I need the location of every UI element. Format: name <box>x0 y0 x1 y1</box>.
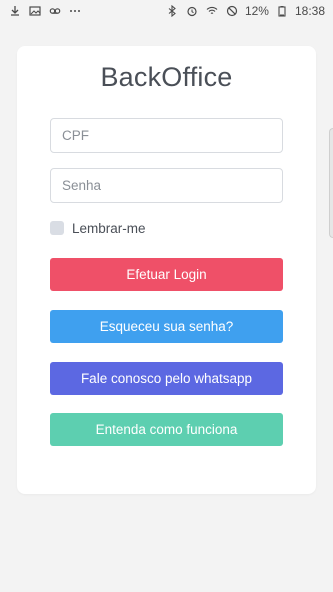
cpf-input[interactable]: CPF <box>50 118 283 153</box>
alarm-icon <box>185 4 199 18</box>
how-it-works-label: Entenda como funciona <box>95 422 238 437</box>
remember-me-row[interactable]: Lembrar-me <box>50 219 146 237</box>
remember-me-checkbox[interactable] <box>50 221 64 235</box>
more-icon <box>68 4 82 18</box>
how-it-works-button[interactable]: Entenda como funciona <box>50 413 283 446</box>
remember-me-label: Lembrar-me <box>72 220 146 236</box>
bluetooth-icon <box>165 4 179 18</box>
cpf-placeholder: CPF <box>62 128 89 143</box>
image-icon <box>28 4 42 18</box>
whatsapp-contact-button[interactable]: Fale conosco pelo whatsapp <box>50 362 283 395</box>
status-time: 18:38 <box>294 4 325 18</box>
forgot-password-label: Esqueceu sua senha? <box>99 319 234 334</box>
status-bar-right: 12% 18:38 <box>165 4 325 18</box>
whatsapp-contact-label: Fale conosco pelo whatsapp <box>80 371 253 386</box>
voicemail-icon <box>48 4 62 18</box>
do-not-disturb-icon <box>225 4 239 18</box>
forgot-password-button[interactable]: Esqueceu sua senha? <box>50 310 283 343</box>
edge-panel-handle[interactable] <box>329 128 333 238</box>
battery-icon <box>275 4 289 18</box>
status-bar: 12% 18:38 <box>0 0 333 22</box>
login-button-label: Efetuar Login <box>126 267 207 282</box>
password-input[interactable]: Senha <box>50 168 283 203</box>
battery-percentage: 12% <box>244 4 269 18</box>
wifi-icon <box>205 4 219 18</box>
app-title: BackOffice <box>100 62 233 92</box>
password-placeholder: Senha <box>62 178 102 193</box>
status-bar-left <box>8 4 82 18</box>
login-button[interactable]: Efetuar Login <box>50 258 283 291</box>
download-icon <box>8 4 22 18</box>
